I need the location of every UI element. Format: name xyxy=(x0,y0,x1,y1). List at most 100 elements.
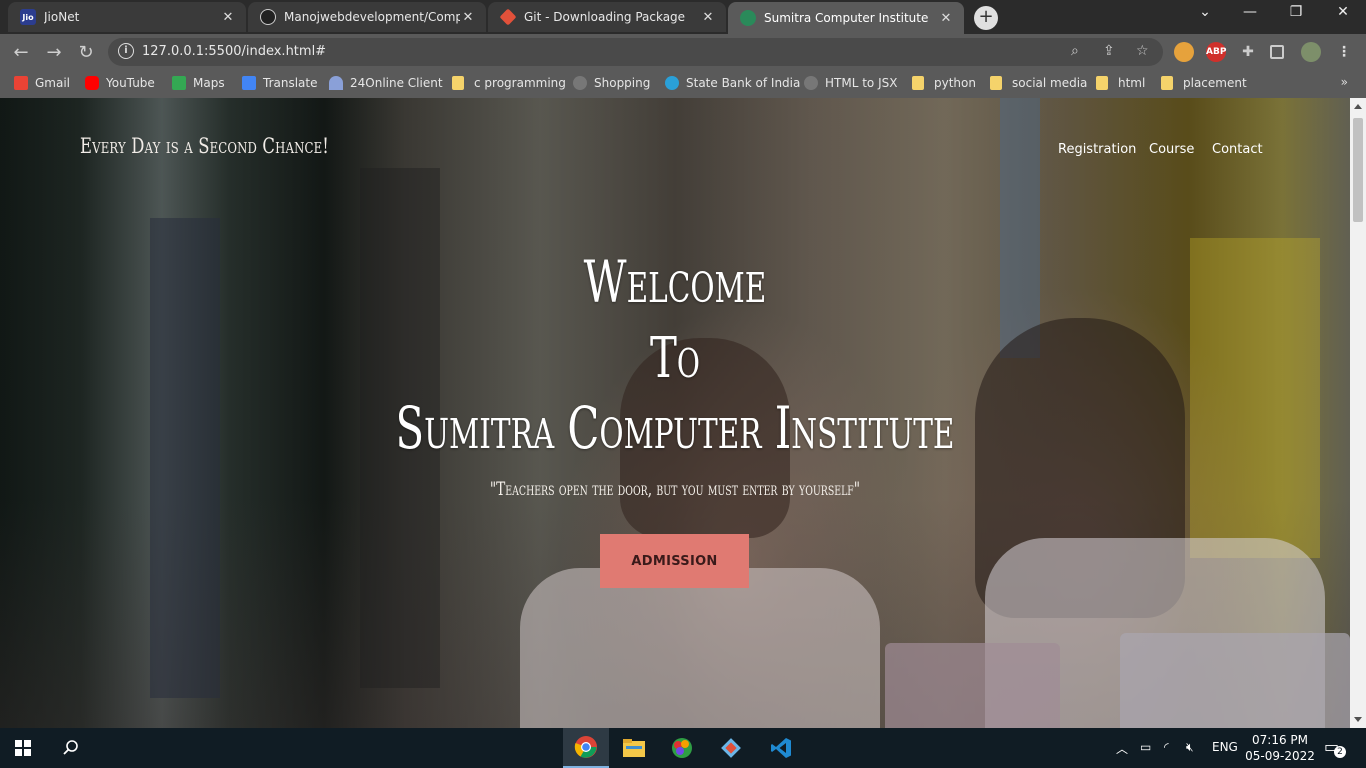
github-icon xyxy=(260,9,276,25)
address-bar[interactable]: i 127.0.0.1:5500/index.html# ⌕ ⇪ ☆ xyxy=(108,38,1163,66)
bookmark-sbi[interactable]: State Bank of India xyxy=(665,76,800,90)
scroll-up-arrow-icon[interactable] xyxy=(1354,104,1362,109)
bookmark-shopping[interactable]: Shopping xyxy=(573,76,650,90)
close-tab-icon[interactable]: ✕ xyxy=(700,10,716,25)
bookmark-html[interactable]: html xyxy=(1096,76,1145,90)
bookmark-translate[interactable]: Translate xyxy=(242,76,318,90)
tab-jionet[interactable]: Jio JioNet ✕ xyxy=(8,2,246,32)
browser-toolbar: ← → ↻ i 127.0.0.1:5500/index.html# ⌕ ⇪ ☆ xyxy=(0,34,1366,70)
tab-github[interactable]: Manojwebdevelopment/Comput ✕ xyxy=(248,2,486,32)
folder-icon xyxy=(1096,76,1108,90)
hero-institute-name: Sumitra Computer Institute xyxy=(395,394,955,462)
close-tab-icon[interactable]: ✕ xyxy=(460,10,476,25)
taskbar-clock[interactable]: 07:16 PM 05-09-2022 xyxy=(1240,732,1320,764)
minimize-button[interactable]: — xyxy=(1240,4,1260,20)
tab-title: JioNet xyxy=(44,10,80,24)
gmail-icon xyxy=(14,76,28,90)
maps-icon xyxy=(172,76,186,90)
wifi-icon[interactable]: ◜ xyxy=(1164,740,1169,754)
chrome-taskbar-icon[interactable] xyxy=(563,728,609,768)
restore-button[interactable]: ❐ xyxy=(1286,4,1306,20)
tab-title: Git - Downloading Package xyxy=(524,10,686,24)
reload-button[interactable]: ↻ xyxy=(75,42,97,63)
bookmark-html-to-jsx[interactable]: HTML to JSX xyxy=(804,76,897,90)
folder-icon xyxy=(1161,76,1173,90)
hero-to: To xyxy=(650,326,700,391)
new-tab-button[interactable]: + xyxy=(974,6,998,30)
bookmark-gmail[interactable]: Gmail xyxy=(14,76,70,90)
battery-icon[interactable]: ▭ xyxy=(1140,740,1151,754)
close-tab-icon[interactable]: ✕ xyxy=(220,10,236,25)
file-explorer-icon[interactable] xyxy=(611,728,657,768)
youtube-icon xyxy=(85,76,99,90)
speaker-muted-icon[interactable]: 🔇︎ xyxy=(1186,740,1194,755)
close-window-button[interactable]: ✕ xyxy=(1333,4,1353,20)
forward-button[interactable]: → xyxy=(43,42,65,63)
translate-icon xyxy=(242,76,256,90)
bookmark-social-media[interactable]: social media xyxy=(990,76,1087,90)
back-button[interactable]: ← xyxy=(10,42,32,63)
laptop-image xyxy=(1120,633,1350,728)
globe-icon xyxy=(573,76,587,90)
windows-start-icon[interactable] xyxy=(0,728,46,768)
folder-icon xyxy=(990,76,1002,90)
url-text[interactable]: 127.0.0.1:5500/index.html# xyxy=(142,44,326,59)
language-indicator[interactable]: ENG xyxy=(1212,740,1238,754)
bookmarks-overflow-icon[interactable]: » xyxy=(1341,75,1348,89)
tab-title: Manojwebdevelopment/Comput xyxy=(284,10,460,24)
background-shelf xyxy=(1190,238,1320,558)
jio-icon: Jio xyxy=(20,9,36,25)
share-icon[interactable]: ⇪ xyxy=(1103,43,1115,59)
tab-title: Sumitra Computer Institute xyxy=(764,11,929,25)
vscode-icon[interactable] xyxy=(758,728,804,768)
globe-icon xyxy=(804,76,818,90)
abp-extension-icon[interactable]: ABP xyxy=(1206,42,1226,62)
tab-sumitra[interactable]: Sumitra Computer Institute ✕ xyxy=(728,2,964,34)
bookmarks-bar: Gmail YouTube Maps Translate 24Online Cl… xyxy=(0,70,1366,98)
folder-icon xyxy=(452,76,464,90)
clock-date: 05-09-2022 xyxy=(1245,749,1315,763)
site-info-icon[interactable]: i xyxy=(118,43,134,59)
close-tab-icon[interactable]: ✕ xyxy=(938,11,954,26)
page-scrollbar[interactable] xyxy=(1350,98,1366,728)
owl-extension-icon[interactable] xyxy=(1174,42,1194,62)
notification-count-badge: 2 xyxy=(1334,746,1346,758)
bookmark-python[interactable]: python xyxy=(912,76,976,90)
scroll-down-arrow-icon[interactable] xyxy=(1354,717,1362,722)
bookmark-placement[interactable]: placement xyxy=(1161,76,1247,90)
nav-link-course[interactable]: Course xyxy=(1149,142,1194,157)
background-shelf xyxy=(1000,98,1040,358)
bookmark-maps[interactable]: Maps xyxy=(172,76,225,90)
bookmark-24online[interactable]: 24Online Client xyxy=(329,76,443,90)
hero-quote: "Teachers open the door, but you must en… xyxy=(489,478,861,500)
menu-kebab-icon[interactable]: ⋮ xyxy=(1334,42,1354,62)
profile-avatar[interactable] xyxy=(1301,42,1321,62)
hero-welcome: Welcome xyxy=(583,248,767,316)
paint-app-icon[interactable] xyxy=(659,728,705,768)
admission-button[interactable]: ADMISSION xyxy=(600,534,749,588)
nav-link-registration[interactable]: Registration xyxy=(1058,142,1136,157)
git-icon xyxy=(499,8,517,26)
git-gui-icon[interactable] xyxy=(708,728,754,768)
bookmark-star-icon[interactable]: ☆ xyxy=(1136,43,1149,59)
globe-icon xyxy=(329,76,343,90)
sbi-icon xyxy=(665,76,679,90)
site-favicon-icon xyxy=(740,10,756,26)
tray-overflow-chevron-icon[interactable]: ︿ xyxy=(1116,740,1128,757)
windows-taskbar: ︿ ▭ ◜ 🔇︎ ENG 07:16 PM 05-09-2022 ▭ 2 xyxy=(0,728,1366,768)
folder-icon xyxy=(912,76,924,90)
nav-link-contact[interactable]: Contact xyxy=(1212,142,1263,157)
tab-git[interactable]: Git - Downloading Package ✕ xyxy=(488,2,726,32)
bookmark-c-programming[interactable]: c programming xyxy=(452,76,566,90)
extensions-puzzle-icon[interactable]: ✚ xyxy=(1238,42,1258,62)
zoom-icon[interactable]: ⌕ xyxy=(1071,43,1079,59)
bookmark-youtube[interactable]: YouTube xyxy=(85,76,155,90)
side-panel-icon[interactable] xyxy=(1270,45,1284,59)
tab-search-chevron-icon[interactable]: ⌄ xyxy=(1195,4,1215,20)
clock-time: 07:16 PM xyxy=(1252,733,1308,747)
hero-section: Every Day is a Second Chance! Registrati… xyxy=(0,98,1350,728)
person-left-shirt xyxy=(520,568,880,728)
scrollbar-thumb[interactable] xyxy=(1353,118,1363,222)
tab-strip: Jio JioNet ✕ Manojwebdevelopment/Comput … xyxy=(0,0,1366,34)
search-icon[interactable] xyxy=(48,728,94,768)
